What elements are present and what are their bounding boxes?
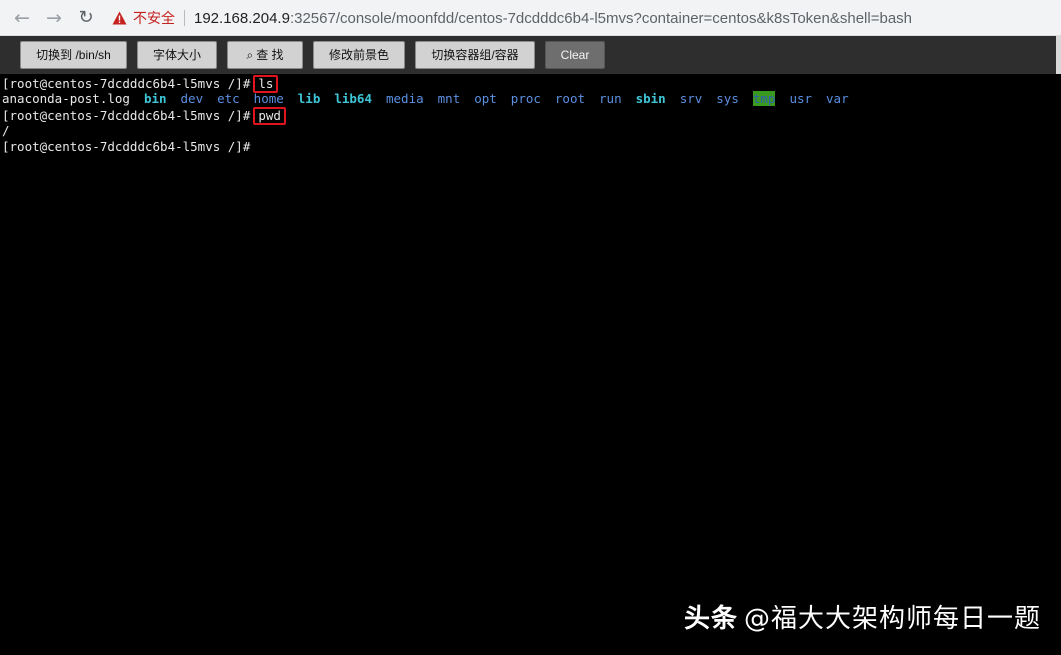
address-bar[interactable]: 不安全 192.168.204.9:32567/console/moonfdd/… xyxy=(108,4,1061,32)
warning-icon xyxy=(112,11,127,25)
ls-entry: tmp xyxy=(752,91,776,106)
pwd-output: / xyxy=(2,123,10,138)
font-size-button[interactable]: 字体大小 xyxy=(137,41,217,69)
browser-toolbar: ← → ↻ 不安全 192.168.204.9:32567/console/mo… xyxy=(0,0,1061,36)
security-status[interactable]: 不安全 xyxy=(133,8,175,28)
command-pwd: pwd xyxy=(253,107,286,125)
ls-entry: usr xyxy=(789,91,813,106)
ls-entry: srv xyxy=(679,91,703,106)
terminal[interactable]: [root@centos-7dcdddc6b4-l5mvs /]# ls anac… xyxy=(0,74,1061,655)
ls-entry: home xyxy=(253,91,284,106)
foreground-color-button[interactable]: 修改前景色 xyxy=(313,41,405,69)
prompt: [root@centos-7dcdddc6b4-l5mvs /]# xyxy=(2,108,251,123)
prompt: [root@centos-7dcdddc6b4-l5mvs /]# xyxy=(2,76,251,91)
ls-entry: lib64 xyxy=(334,91,372,106)
ls-entry: dev xyxy=(180,91,204,106)
prompt: [root@centos-7dcdddc6b4-l5mvs /]# xyxy=(2,139,251,154)
clear-button[interactable]: Clear xyxy=(545,41,605,69)
watermark: 头条 @福大大架构师每日一题 xyxy=(684,598,1041,635)
switch-container-button[interactable]: 切换容器组/容器 xyxy=(415,41,535,69)
ls-entry: var xyxy=(826,91,849,106)
console-toolbar: 切换到 /bin/sh 字体大小 ⌕ 查 找 修改前景色 切换容器组/容器 Cle… xyxy=(0,36,1061,74)
terminal-line: [root@centos-7dcdddc6b4-l5mvs /]# ls xyxy=(2,75,279,93)
back-arrow-icon[interactable]: ← xyxy=(11,7,33,29)
ls-entry: etc xyxy=(217,91,240,106)
ls-entry: mnt xyxy=(437,91,461,106)
terminal-line: [root@centos-7dcdddc6b4-l5mvs /]# pwd xyxy=(2,107,286,125)
search-icon: ⌕ xyxy=(246,48,254,62)
ls-entry: sys xyxy=(716,91,739,106)
url-host: 192.168.204.9 xyxy=(194,9,290,27)
ls-entry: root xyxy=(554,91,586,106)
search-button[interactable]: ⌕ 查 找 xyxy=(227,41,303,69)
ls-entry: opt xyxy=(474,91,497,106)
page-scrollbar[interactable] xyxy=(1056,36,1061,74)
ls-entry: proc xyxy=(510,91,541,106)
ls-entry: lib xyxy=(297,91,321,106)
reload-icon[interactable]: ↻ xyxy=(75,7,97,29)
watermark-handle: @福大大架构师每日一题 xyxy=(743,604,1041,634)
ls-entry: run xyxy=(599,91,622,106)
ls-entry: anaconda-post.log xyxy=(2,91,130,106)
search-button-label: 查 找 xyxy=(256,48,284,62)
ls-entry: bin xyxy=(143,91,167,106)
watermark-brand: 头条 xyxy=(683,604,738,634)
url-path: :32567/console/moonfdd/centos-7dcdddc6b4… xyxy=(289,9,913,27)
ls-entry: sbin xyxy=(635,91,666,106)
ls-entry: media xyxy=(386,91,424,106)
address-separator xyxy=(184,10,185,26)
forward-arrow-icon[interactable]: → xyxy=(43,7,65,29)
ls-output: anaconda-post.log bin dev etc home lib lib64 me… xyxy=(2,91,863,107)
switch-shell-button[interactable]: 切换到 /bin/sh xyxy=(20,41,127,69)
terminal-line: [root@centos-7dcdddc6b4-l5mvs /]# xyxy=(2,139,250,155)
